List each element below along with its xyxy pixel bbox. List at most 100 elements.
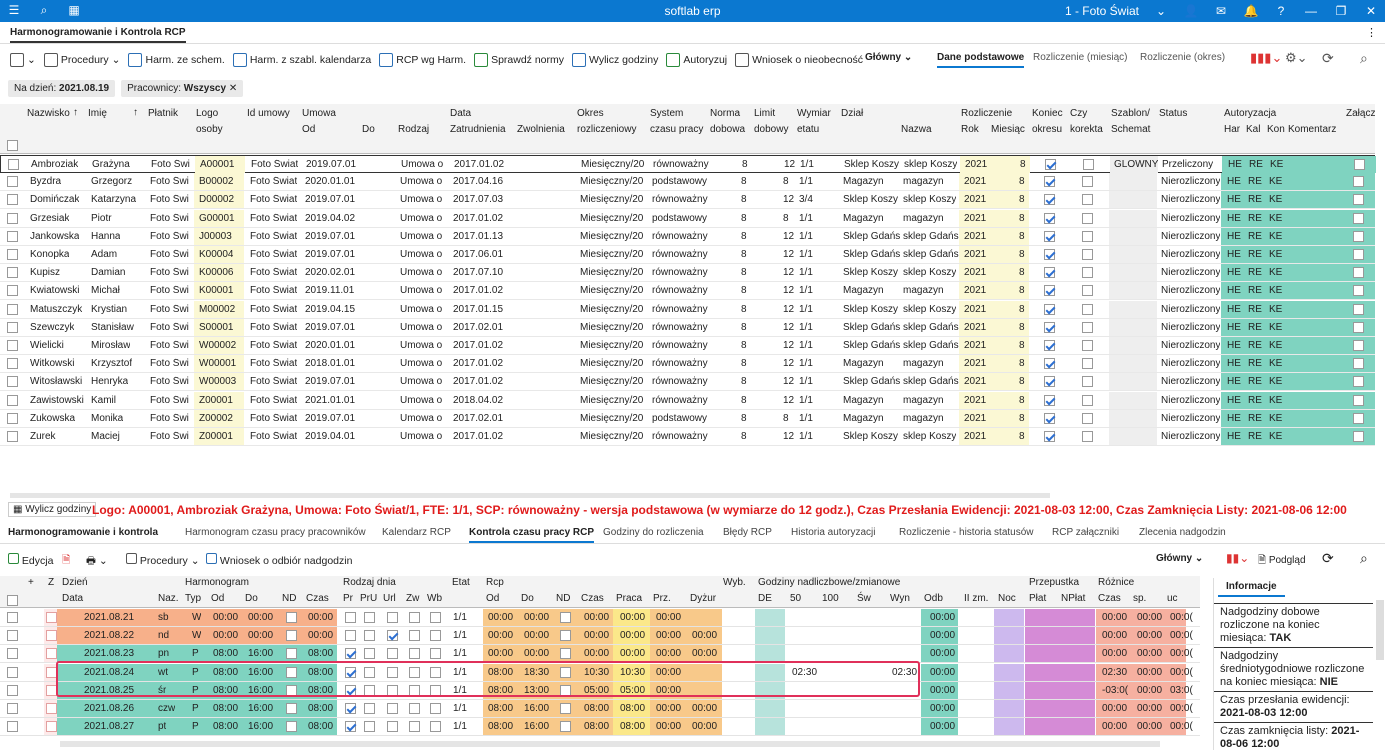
koniec-okresu-checkbox[interactable] bbox=[1044, 431, 1055, 442]
row2-checkbox[interactable] bbox=[7, 684, 18, 696]
col2-header-uc[interactable]: uc bbox=[1167, 593, 1178, 604]
z-checkbox[interactable] bbox=[46, 703, 57, 714]
col-header-platnik[interactable]: Płatnik bbox=[148, 108, 178, 119]
url-checkbox[interactable] bbox=[387, 703, 398, 714]
harm-nd-checkbox[interactable] bbox=[286, 721, 297, 733]
korekta-checkbox[interactable] bbox=[1082, 358, 1093, 370]
col-header-data[interactable]: Data bbox=[450, 108, 471, 119]
autoryzuj-button[interactable]: Autoryzuj bbox=[662, 49, 731, 71]
col-header-imie[interactable]: Imię bbox=[88, 108, 107, 119]
table-row[interactable]: Ambroziak Grażyna Foto Świ A00001 Foto Świat… bbox=[0, 155, 1376, 173]
z-checkbox[interactable] bbox=[46, 630, 57, 642]
col-header-logo[interactable]: Logo bbox=[196, 108, 218, 119]
korekta-checkbox[interactable] bbox=[1083, 159, 1094, 170]
close-icon[interactable]: ✕ bbox=[229, 83, 237, 94]
col2-header-harm[interactable]: Harmonogram bbox=[185, 577, 249, 588]
col2-header-praca[interactable]: Praca bbox=[616, 593, 642, 604]
col2-header-nd[interactable]: ND bbox=[282, 593, 296, 604]
pr-checkbox[interactable] bbox=[345, 703, 356, 714]
col-header-komentarz[interactable]: Komentarz bbox=[1288, 124, 1336, 135]
day-row[interactable]: 2021.08.22 nd W 00:00 00:00 00:00 1/1 00:00 00:0… bbox=[0, 627, 1200, 646]
koniec-okresu-checkbox[interactable] bbox=[1044, 249, 1055, 260]
col2-header-iizm[interactable]: II zm. bbox=[964, 593, 988, 604]
row-checkbox[interactable] bbox=[7, 321, 18, 333]
koniec-okresu-checkbox[interactable] bbox=[1044, 212, 1055, 224]
search-icon[interactable]: ⌕ bbox=[1360, 550, 1368, 567]
tab2-3[interactable]: Kontrola czasu pracy RCP bbox=[469, 527, 595, 543]
podglad-button[interactable]: 🗎 Podgląd bbox=[1258, 553, 1306, 570]
wb-checkbox[interactable] bbox=[430, 612, 441, 623]
col2-header-rnd[interactable]: ND bbox=[556, 593, 570, 604]
tab2-8[interactable]: RCP załączniki bbox=[1052, 527, 1119, 538]
harm-nd-checkbox[interactable] bbox=[286, 648, 297, 660]
zalacz-checkbox[interactable] bbox=[1353, 267, 1364, 279]
row-checkbox[interactable] bbox=[7, 358, 18, 370]
table-row[interactable]: Szewczyk Stanisław Foto Świ S00001 Foto Świa… bbox=[0, 318, 1375, 337]
chart-icon[interactable]: ▮▮▮⌄ bbox=[1250, 50, 1282, 66]
col2-header-url[interactable]: Url bbox=[383, 593, 396, 604]
col2-header-przepustka[interactable]: Przepustka bbox=[1029, 577, 1079, 588]
col-header-miesiac[interactable]: Miesiąc bbox=[991, 124, 1025, 135]
tab2-6[interactable]: Historia autoryzacji bbox=[791, 527, 875, 538]
table-row[interactable]: Domińczak Katarzyna Foto Świ D00002 Foto Świ… bbox=[0, 191, 1375, 210]
col-header-rok[interactable]: Rok bbox=[961, 124, 979, 135]
day-row[interactable]: 2021.08.26 czw P 08:00 16:00 08:00 1/1 08:00 16:… bbox=[0, 700, 1200, 718]
koniec-okresu-checkbox[interactable] bbox=[1044, 230, 1055, 242]
print-button[interactable]: ⌄ bbox=[6, 49, 40, 71]
col2-header-noc[interactable]: Noc bbox=[998, 593, 1016, 604]
user-icon[interactable]: 👤 bbox=[1183, 3, 1199, 19]
col2-header-od[interactable]: Od bbox=[211, 593, 224, 604]
koniec-okresu-checkbox[interactable] bbox=[1044, 412, 1055, 424]
url-checkbox[interactable] bbox=[387, 648, 398, 660]
pru-checkbox[interactable] bbox=[364, 630, 375, 642]
col-header-system[interactable]: System bbox=[650, 108, 683, 119]
tab2-0[interactable]: Harmonogramowanie i kontrola bbox=[8, 527, 158, 538]
korekta-checkbox[interactable] bbox=[1082, 394, 1093, 406]
col2-header-dyzur[interactable]: Dyżur bbox=[690, 593, 716, 604]
col2-header-plat[interactable]: Płat bbox=[1029, 593, 1046, 604]
koniec-okresu-checkbox[interactable] bbox=[1044, 176, 1055, 188]
zalacz-checkbox[interactable] bbox=[1353, 394, 1364, 406]
col-header-kal[interactable]: Kal bbox=[1246, 124, 1260, 135]
sort-asc-icon[interactable]: ↑ bbox=[133, 107, 138, 118]
zw-checkbox[interactable] bbox=[409, 630, 420, 642]
korekta-checkbox[interactable] bbox=[1082, 285, 1093, 297]
more-icon[interactable]: ⋮ bbox=[1366, 26, 1377, 39]
rcp-nd-checkbox[interactable] bbox=[560, 703, 571, 714]
col-header-rozliczeniowy[interactable]: rozliczeniowy bbox=[577, 124, 636, 135]
bell-icon[interactable]: 🔔 bbox=[1243, 3, 1259, 19]
col2-header-godz[interactable]: Godziny nadliczbowe/zmianowe bbox=[758, 577, 900, 588]
koniec-okresu-checkbox[interactable] bbox=[1044, 394, 1055, 406]
col-header-umowa[interactable]: Umowa bbox=[302, 108, 336, 119]
row-checkbox[interactable] bbox=[7, 394, 18, 406]
zalacz-checkbox[interactable] bbox=[1353, 194, 1364, 206]
col-header-wymiar[interactable]: Wymiar bbox=[797, 108, 831, 119]
korekta-checkbox[interactable] bbox=[1082, 267, 1093, 279]
print-button[interactable]: 🖶 ⌄ bbox=[86, 553, 108, 571]
korekta-checkbox[interactable] bbox=[1082, 230, 1093, 242]
refresh-icon[interactable]: ⟳ bbox=[1322, 50, 1334, 67]
row2-checkbox[interactable] bbox=[7, 721, 18, 733]
zw-checkbox[interactable] bbox=[409, 612, 420, 623]
col2-header-wb[interactable]: Wb bbox=[427, 593, 442, 604]
table-row[interactable]: Grzesiak Piotr Foto Świ G00001 Foto Świat 201… bbox=[0, 209, 1375, 228]
table-row[interactable]: Matuszczyk Krystian Foto Świ M00002 Foto Świ… bbox=[0, 300, 1375, 319]
row-checkbox[interactable] bbox=[7, 285, 18, 297]
col-header-do[interactable]: Do bbox=[362, 124, 375, 135]
url-checkbox[interactable] bbox=[387, 612, 398, 623]
table-row[interactable]: Byzdra Grzegorz Foto Świ B00002 Foto Świat 20… bbox=[0, 173, 1375, 192]
col-header-osoby[interactable]: osoby bbox=[196, 124, 223, 135]
col-header-czy[interactable]: Czy bbox=[1070, 108, 1087, 119]
harm-nd-checkbox[interactable] bbox=[286, 612, 297, 623]
col2-header-data[interactable]: Data bbox=[62, 593, 83, 604]
chat-icon[interactable]: ✉ bbox=[1213, 3, 1229, 19]
col-header-nazwisko[interactable]: Nazwisko bbox=[27, 108, 70, 119]
col2-header-pru[interactable]: PrU bbox=[360, 593, 377, 604]
koniec-okresu-checkbox[interactable] bbox=[1044, 340, 1055, 351]
koniec-okresu-checkbox[interactable] bbox=[1045, 159, 1056, 170]
wb-checkbox[interactable] bbox=[430, 648, 441, 660]
col-header-czasu_pracy[interactable]: czasu pracy bbox=[650, 124, 703, 135]
tab2-4[interactable]: Godziny do rozliczenia bbox=[603, 527, 704, 538]
table-row[interactable]: Żukowska Monika Foto Świ Ż00002 Foto Świat 20… bbox=[0, 409, 1375, 428]
col2-header-p50[interactable]: 50 bbox=[790, 593, 801, 604]
